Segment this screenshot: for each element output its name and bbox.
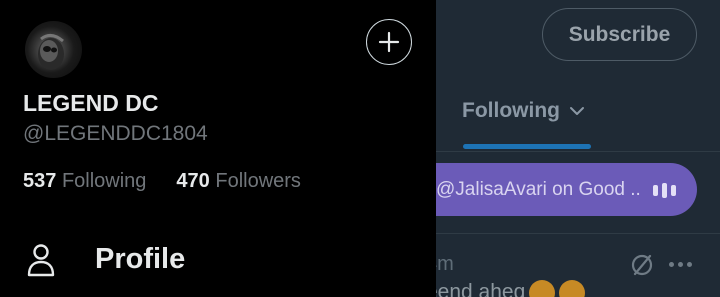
side-drawer: LEGEND DC @LEGENDDC1804 537 Following 47… <box>0 0 436 297</box>
circle-slash-icon[interactable] <box>629 252 655 278</box>
tweet-text: eend aheg <box>426 280 586 297</box>
menu-item-profile-label[interactable]: Profile <box>95 243 185 276</box>
following-count: 537 <box>23 170 57 192</box>
menu-item-profile[interactable] <box>26 243 56 277</box>
user-handle: @LEGENDDC1804 <box>23 122 208 145</box>
tab-active-indicator <box>463 144 591 149</box>
display-name: LEGEND DC <box>23 90 159 116</box>
subscribe-button[interactable]: Subscribe <box>542 8 697 61</box>
add-account-button[interactable] <box>366 19 412 65</box>
plus-icon <box>378 31 400 53</box>
avatar[interactable] <box>25 21 82 78</box>
followers-label: Followers <box>215 170 301 192</box>
followers-count: 470 <box>176 170 210 192</box>
person-icon <box>27 244 55 277</box>
divider <box>436 233 720 234</box>
following-link[interactable]: 537 Following <box>23 170 146 193</box>
emoji-icon <box>529 280 556 297</box>
follow-stats: 537 Following 470 Followers <box>23 170 301 193</box>
tab-following[interactable]: Following <box>462 96 586 126</box>
emoji-icon <box>559 280 586 297</box>
followers-link[interactable]: 470 Followers <box>176 170 301 193</box>
tab-following-label: Following <box>462 99 560 122</box>
spaces-bars-icon <box>653 183 676 198</box>
divider <box>436 151 720 152</box>
spaces-pill-text: @JalisaAvari on Good ... <box>436 178 641 200</box>
avatar-image <box>38 34 64 70</box>
more-icon[interactable] <box>669 262 692 267</box>
following-label: Following <box>61 170 147 192</box>
chevron-down-icon <box>569 107 584 115</box>
tweet-text-content: eend aheg <box>426 280 526 297</box>
